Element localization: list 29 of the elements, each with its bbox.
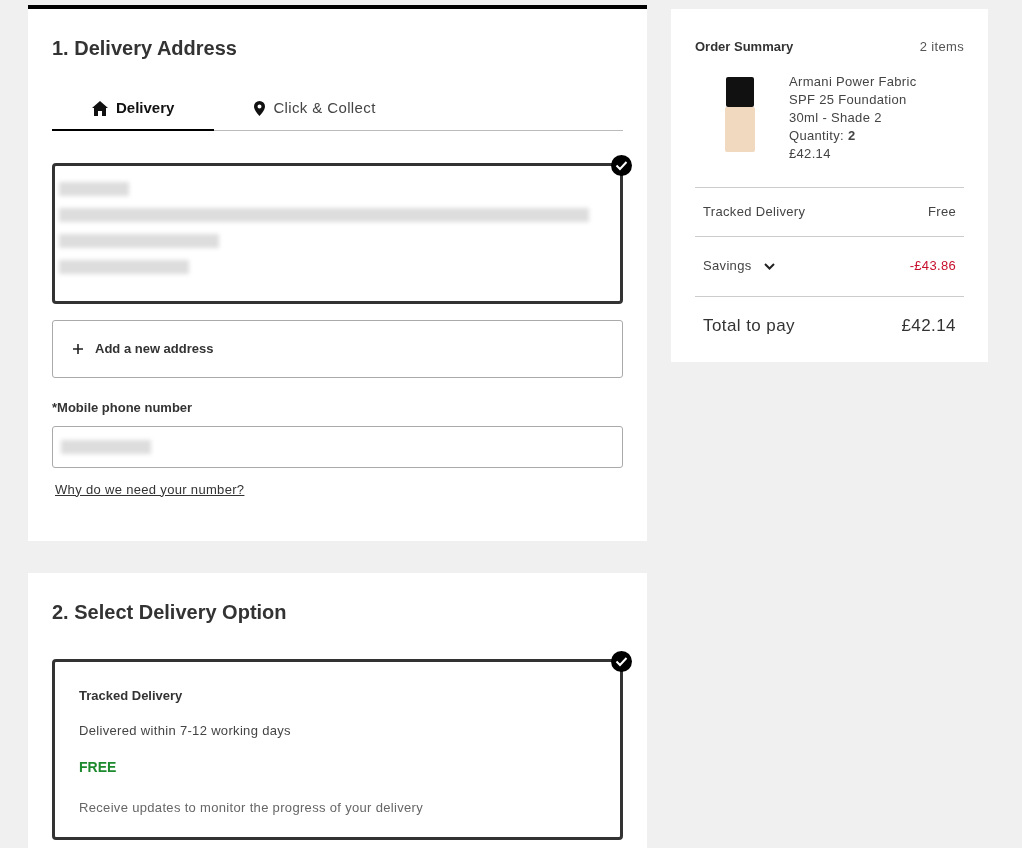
- tab[interactable]: Delivery: [52, 87, 215, 131]
- field-label: *Mobile phone number: [52, 399, 194, 417]
- summary-label: Tracked Delivery: [703, 202, 806, 221]
- option-name: Tracked Delivery: [79, 686, 184, 705]
- home-icon: [92, 100, 108, 116]
- location-pin-icon: [254, 100, 266, 116]
- product-quantity: Quantity: 2: [789, 126, 857, 145]
- section-heading: 2. Select Delivery Option: [52, 599, 288, 625]
- phone-field[interactable]: [52, 425, 623, 468]
- item-count: 2 items: [919, 38, 964, 56]
- help-link[interactable]: Why do we need your number?: [55, 479, 245, 499]
- add-address-button[interactable]: Add a new address: [52, 320, 623, 378]
- summary-label: Total to pay: [703, 314, 796, 337]
- summary-value: Free: [927, 202, 956, 221]
- summary-value: £42.14: [901, 314, 956, 337]
- address-card[interactable]: [52, 163, 623, 304]
- tab[interactable]: Click & Collect: [214, 87, 416, 131]
- product-price: £42.14: [789, 144, 832, 163]
- summary-heading: Order Summary: [695, 38, 794, 56]
- chevron-down-icon: [763, 262, 775, 270]
- delivery-option-card[interactable]: Tracked Delivery Delivered within 7-12 working days FREE Receive updates to monitor the progress of your delivery: [52, 658, 623, 840]
- summary-value: -£43.86: [909, 257, 956, 276]
- savings-toggle[interactable]: Savings: [703, 256, 775, 276]
- section-heading: 1. Delivery Address: [52, 36, 238, 61]
- option-note: Receive updates to monitor the progress of your delivery: [79, 798, 425, 817]
- option-price: FREE: [79, 757, 118, 777]
- product-name: Armani Power Fabric SPF 25 Foundation 30ml - Shade 2: [789, 72, 918, 127]
- option-timing: Delivered within 7-12 working days: [79, 722, 292, 740]
- plus-icon: [73, 344, 83, 354]
